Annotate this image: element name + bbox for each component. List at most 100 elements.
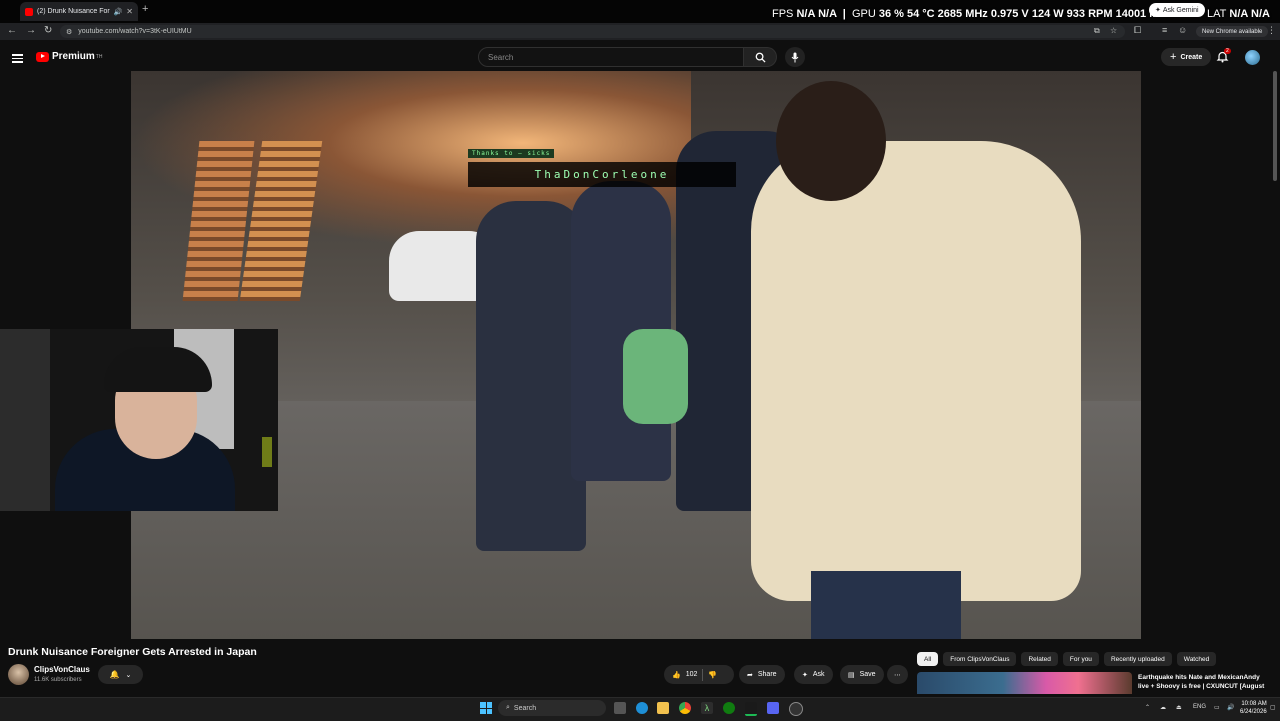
share-icon: ➦ (747, 671, 753, 679)
notification-center-icon[interactable]: ▢ (1270, 704, 1276, 711)
lat-value-2: N/A (1251, 8, 1270, 20)
search-button[interactable] (744, 47, 777, 67)
fps-value-2: N/A (818, 8, 837, 20)
xbox-icon[interactable] (723, 702, 735, 714)
create-label: Create (1180, 53, 1203, 61)
notification-count-badge: 2 (1224, 48, 1231, 54)
chip-recently-uploaded[interactable]: Recently uploaded (1103, 652, 1172, 666)
webcam-background (0, 329, 50, 511)
thumbs-up-icon: 👍 (672, 671, 681, 679)
country-code: TH (95, 53, 103, 60)
taskbar-search[interactable]: ⌕ Search (498, 700, 606, 716)
recommended-title[interactable]: Earthquake hits Nate and MexicanAndy liv… (1138, 673, 1268, 694)
back-icon[interactable]: ← (7, 25, 17, 36)
like-count: 102 (685, 671, 698, 678)
forward-icon[interactable]: → (26, 25, 36, 36)
cast-icon[interactable]: ≡ (1162, 25, 1167, 35)
more-actions-button[interactable]: ⋯ (887, 665, 908, 684)
voice-search-button[interactable] (785, 47, 805, 67)
usb-tray-icon[interactable]: ⏏ (1176, 704, 1182, 711)
new-tab-icon[interactable]: + (142, 3, 148, 15)
audio-icon[interactable]: 🔊 (114, 8, 123, 16)
profile-icon[interactable]: ☺ (1178, 25, 1187, 35)
bookmark-star-icon[interactable]: ☆ (1110, 26, 1117, 35)
video-title: Drunk Nuisance Foreigner Gets Arrested i… (8, 646, 257, 658)
recommended-thumbnail[interactable] (917, 672, 1132, 694)
terminal-icon[interactable]: λ (701, 702, 713, 714)
microphone-icon (791, 52, 799, 62)
discord-icon[interactable] (767, 702, 779, 714)
share-button[interactable]: ➦ Share (739, 665, 785, 684)
close-tab-icon[interactable]: ✕ (126, 7, 133, 16)
taskbar-search-label: Search (513, 704, 537, 712)
share-label: Share (757, 671, 777, 678)
search-input[interactable] (486, 51, 730, 63)
url-text: youtube.com/watch?v=3tK-eUIUtMU (78, 28, 192, 35)
clock-time: 10:08 AM (1241, 701, 1267, 707)
language-indicator[interactable]: ENG (1193, 704, 1206, 710)
youtube-logo[interactable]: Premium TH (36, 51, 102, 62)
video-player[interactable]: Thanks to — sicks ThaDonCorleone (131, 71, 1141, 639)
windows-start-icon[interactable] (480, 702, 492, 714)
tray-overflow-icon[interactable]: ⌃ (1145, 704, 1150, 711)
channel-name[interactable]: ClipsVonClaus (34, 665, 90, 674)
video-scene-jeans (811, 571, 961, 639)
new-chrome-available-button[interactable]: New Chrome available (1196, 26, 1269, 37)
video-scene-person (751, 141, 1081, 601)
subscription-bell-button[interactable]: 🔔 ⌄ (98, 665, 143, 684)
address-bar[interactable]: ⚙ youtube.com/watch?v=3tK-eUIUtMU (60, 25, 1125, 38)
chip-watched[interactable]: Watched (1176, 652, 1217, 666)
account-avatar[interactable] (1245, 50, 1260, 65)
dislike-button[interactable]: 👎 (708, 671, 717, 679)
save-label: Save (859, 671, 876, 678)
page-scrollbar[interactable] (1273, 71, 1277, 181)
chip-all[interactable]: All (917, 652, 939, 666)
system-clock[interactable]: 10:08 AM 6/24/2026 (1240, 700, 1267, 716)
channel-avatar[interactable] (8, 664, 29, 685)
browser-menu-icon[interactable]: ⋮ (1267, 25, 1276, 36)
wifi-icon[interactable]: ▭ (1214, 704, 1220, 711)
network-tray-icon[interactable]: ☁ (1160, 704, 1166, 711)
save-button[interactable]: ▤ Save (840, 665, 884, 684)
ask-gemini-button[interactable]: ✦ Ask Gemini (1149, 3, 1205, 17)
youtube-favicon-icon (25, 7, 33, 16)
edge-icon[interactable] (636, 702, 648, 714)
extensions-icon[interactable]: ⧠ (1134, 25, 1141, 36)
divider (702, 668, 704, 681)
chip-from-channel[interactable]: From ClipsVonClaus (943, 652, 1017, 666)
task-view-icon[interactable] (614, 702, 626, 714)
install-icon[interactable]: ⧉ (1094, 26, 1100, 36)
lat-value: N/A (1229, 8, 1248, 20)
volume-icon[interactable]: 🔊 (1227, 704, 1234, 711)
search-box (478, 47, 744, 67)
site-info-icon[interactable]: ⚙ (66, 28, 72, 36)
related-filter-chips: All From ClipsVonClaus Related For you R… (917, 652, 1221, 666)
save-icon: ▤ (848, 671, 855, 679)
fps-label: FPS (772, 8, 794, 20)
bell-icon: 🔔 (109, 670, 120, 679)
youtube-play-icon (36, 51, 49, 62)
chip-for-you[interactable]: For you (1062, 652, 1099, 666)
chrome-icon[interactable] (679, 702, 691, 714)
fps-value: N/A (796, 8, 816, 20)
like-button[interactable]: 👍 102 (672, 671, 697, 679)
like-dislike-group: 👍 102 👎 (664, 665, 734, 684)
video-scene-officer (476, 201, 586, 551)
ask-label: Ask (812, 671, 825, 678)
create-button[interactable]: + Create (1161, 48, 1212, 66)
obs-icon[interactable] (745, 702, 757, 716)
file-explorer-icon[interactable] (657, 702, 669, 714)
reload-icon[interactable]: ↻ (44, 25, 52, 36)
ask-gemini-label: Ask Gemini (1162, 6, 1199, 14)
thumbs-down-icon: 👎 (708, 671, 718, 679)
video-scene-green-bag (623, 329, 688, 424)
ask-button[interactable]: ✦ Ask (794, 665, 833, 684)
chip-related[interactable]: Related (1021, 652, 1058, 666)
browser-tab[interactable]: (2) Drunk Nuisance Foreigne 🔊 ✕ (20, 2, 138, 21)
guide-menu-icon[interactable] (12, 52, 23, 65)
app-icon[interactable] (789, 702, 803, 716)
tab-title: (2) Drunk Nuisance Foreigne (37, 8, 110, 15)
lat-label: LAT (1207, 8, 1227, 20)
streamer-webcam (0, 329, 278, 511)
webcam-microphone (262, 437, 272, 467)
